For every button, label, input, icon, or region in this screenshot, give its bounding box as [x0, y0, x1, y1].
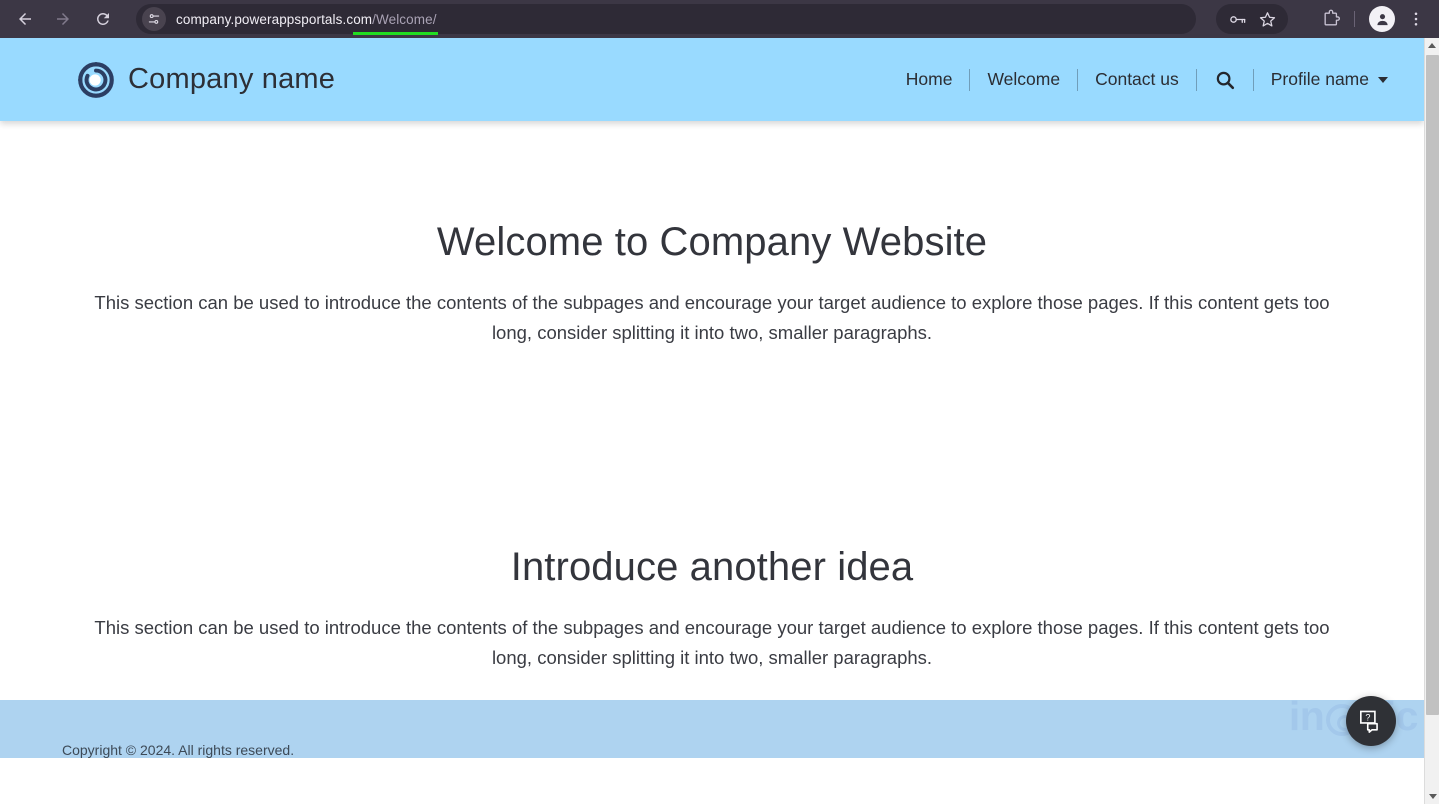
- scroll-down-arrow: [1428, 794, 1437, 799]
- section-welcome: Welcome to Company Website This section …: [0, 121, 1424, 348]
- bookmark-button[interactable]: [1252, 4, 1282, 34]
- page-scrollbar[interactable]: [1424, 38, 1439, 804]
- scroll-up-arrow: [1428, 43, 1436, 48]
- company-spiral-logo: [78, 61, 114, 98]
- profile-avatar-icon: [1376, 13, 1388, 25]
- section-body: This section can be used to introduce th…: [94, 292, 1330, 344]
- page-viewport: Company name Home Welcome Contact us Pro…: [0, 38, 1424, 804]
- nav-profile-dropdown[interactable]: Profile name: [1254, 69, 1396, 90]
- back-arrow-icon: [19, 13, 31, 25]
- profile-button[interactable]: [1369, 6, 1395, 32]
- nav-search-button[interactable]: [1197, 69, 1253, 91]
- site-settings-button[interactable]: [142, 7, 166, 31]
- forward-button[interactable]: [46, 2, 80, 36]
- nav-divider: [1252, 68, 1254, 91]
- chat-help-button[interactable]: ?: [1346, 696, 1396, 746]
- section-title: Welcome to Company Website: [436, 220, 988, 264]
- extensions-puzzle-icon: [1324, 9, 1340, 26]
- forward-arrow-icon: [57, 13, 69, 25]
- brand-name: Company name: [128, 63, 336, 95]
- site-footer: Copyright © 2024. All rights reserved.: [0, 700, 1424, 758]
- chat-help-bubble-icon: ?: [1360, 710, 1378, 733]
- section-another-idea: Introduce another idea This section can …: [0, 348, 1424, 673]
- browser-actions: [1216, 0, 1439, 38]
- section-title: Introduce another idea: [510, 545, 914, 590]
- nav-item-home[interactable]: Home: [889, 69, 970, 90]
- url-path: /Welcome/: [372, 11, 437, 27]
- browser-menu-button[interactable]: [1401, 4, 1431, 34]
- nav-divider: [1195, 68, 1197, 91]
- three-dot-menu-icon: [1414, 12, 1418, 26]
- site-navigation: Home Welcome Contact us Profile name: [889, 68, 1396, 91]
- nav-item-contact-us[interactable]: Contact us: [1078, 69, 1196, 90]
- nav-profile-label: Profile name: [1270, 69, 1369, 89]
- brand[interactable]: Company name: [78, 61, 336, 98]
- nav-item-welcome[interactable]: Welcome: [970, 69, 1077, 90]
- omnibox-action-chips: [1216, 4, 1288, 34]
- scroll-up-button[interactable]: [1425, 38, 1439, 53]
- site-settings-icon: [148, 14, 160, 24]
- toolbar-divider: [1354, 11, 1355, 27]
- main-content: Welcome to Company Website This section …: [0, 121, 1424, 758]
- scrollbar-thumb[interactable]: [1426, 55, 1439, 715]
- chevron-down-icon: [1378, 76, 1388, 83]
- reload-icon: [96, 12, 109, 25]
- bookmark-star-icon: [1259, 11, 1275, 27]
- site-header: Company name Home Welcome Contact us Pro…: [0, 38, 1424, 121]
- address-bar[interactable]: company.powerappsportals.com/Welcome/: [136, 4, 1196, 35]
- scroll-down-button[interactable]: [1425, 789, 1439, 804]
- footer-copyright: Copyright © 2024. All rights reserved.: [62, 742, 295, 758]
- extensions-button[interactable]: [1316, 4, 1346, 34]
- search-icon: [1216, 71, 1234, 89]
- nav-divider: [969, 68, 971, 91]
- section-body: This section can be used to introduce th…: [94, 617, 1330, 669]
- back-button[interactable]: [8, 2, 42, 36]
- nav-divider: [1077, 68, 1079, 91]
- url-text: company.powerappsportals.com/Welcome/: [176, 12, 437, 27]
- browser-toolbar: company.powerappsportals.com/Welcome/: [0, 0, 1439, 38]
- password-manager-button[interactable]: [1222, 4, 1252, 34]
- password-key-icon: [1229, 15, 1245, 23]
- svg-text:?: ?: [1365, 712, 1370, 722]
- reload-button[interactable]: [86, 2, 120, 36]
- url-highlight-underline: [353, 32, 438, 35]
- url-host: company.powerappsportals.com: [176, 11, 373, 27]
